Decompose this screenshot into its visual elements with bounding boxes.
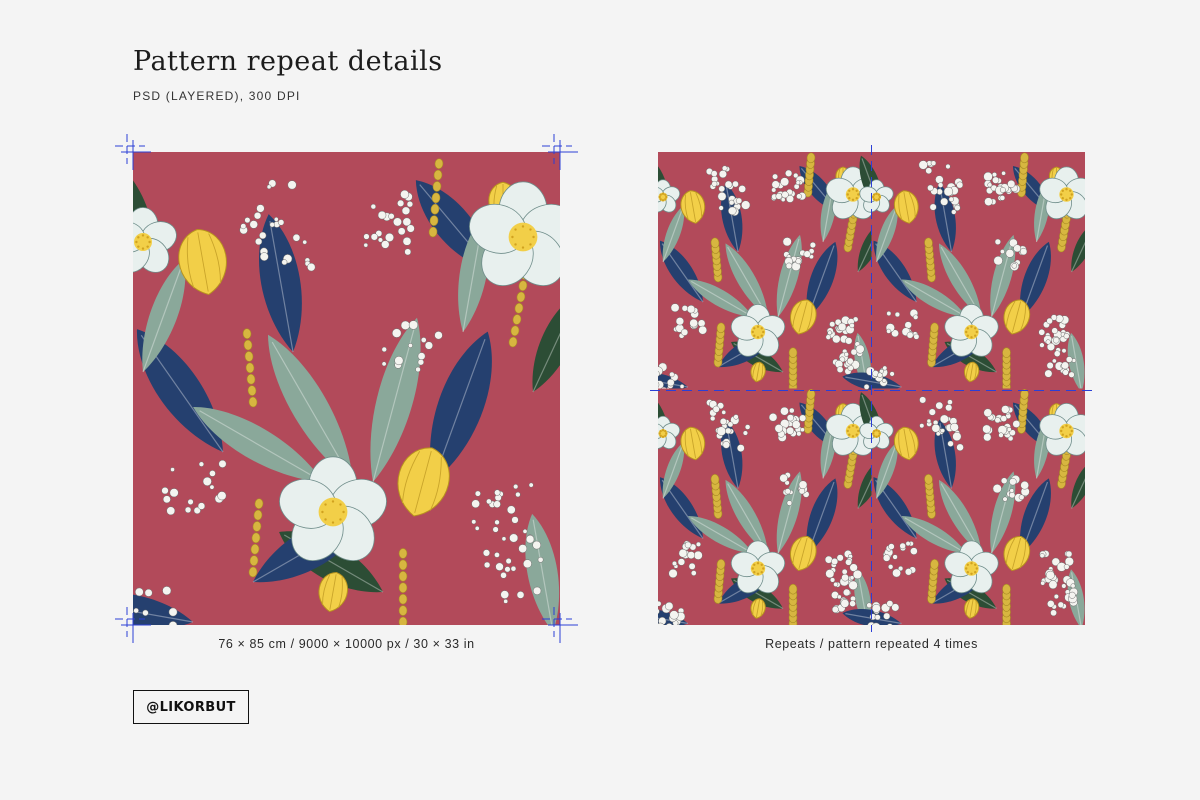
- tile-dimensions-caption: 76 × 85 cm / 9000 × 10000 px / 30 × 33 i…: [218, 637, 475, 651]
- repeat-caption: Repeats / pattern repeated 4 times: [765, 637, 978, 651]
- pattern-repeat-preview: [658, 152, 1085, 625]
- page-subtitle: PSD (LAYERED), 300 DPI: [133, 89, 301, 103]
- brand-badge: @LIKORBUT: [133, 690, 249, 724]
- pattern-tile-preview: [133, 152, 560, 625]
- floral-pattern-repeat: [658, 152, 1085, 625]
- floral-pattern-tile: [133, 152, 560, 625]
- page-title: Pattern repeat details: [133, 46, 443, 77]
